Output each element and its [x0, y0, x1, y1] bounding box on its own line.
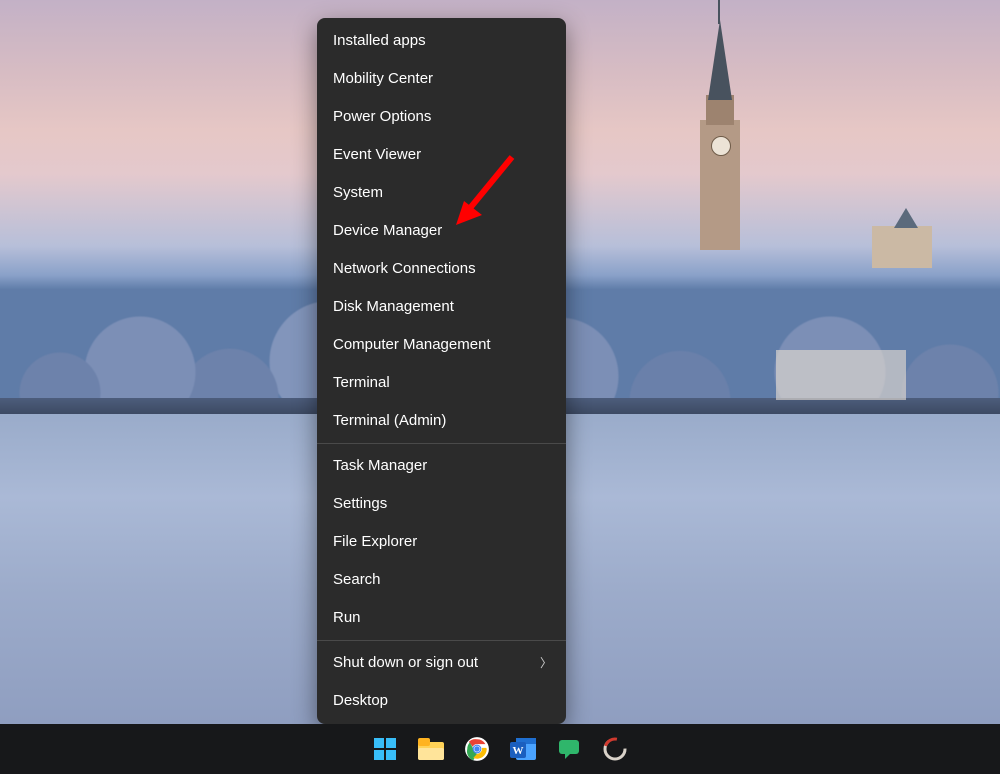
chrome-icon[interactable]	[463, 735, 491, 763]
menu-item-event-viewer[interactable]: Event Viewer	[317, 136, 566, 174]
menu-item-mobility-center[interactable]: Mobility Center	[317, 60, 566, 98]
menu-item-task-manager[interactable]: Task Manager	[317, 447, 566, 485]
svg-text:W: W	[513, 745, 524, 757]
menu-item-label: Task Manager	[333, 456, 427, 476]
menu-item-label: Settings	[333, 494, 387, 514]
menu-item-label: Disk Management	[333, 297, 454, 317]
menu-item-label: Terminal (Admin)	[333, 411, 446, 431]
menu-item-label: Run	[333, 608, 361, 628]
menu-item-label: System	[333, 183, 383, 203]
menu-item-power-options[interactable]: Power Options	[317, 98, 566, 136]
chat-icon[interactable]	[555, 735, 583, 763]
menu-item-network-connections[interactable]: Network Connections	[317, 250, 566, 288]
menu-item-installed-apps[interactable]: Installed apps	[317, 22, 566, 60]
start-icon[interactable]	[371, 735, 399, 763]
menu-item-terminal-admin[interactable]: Terminal (Admin)	[317, 402, 566, 440]
menu-item-run[interactable]: Run	[317, 599, 566, 637]
menu-item-terminal[interactable]: Terminal	[317, 364, 566, 402]
menu-item-label: Network Connections	[333, 259, 476, 279]
wallpaper-building-1-roof	[894, 208, 918, 228]
menu-item-file-explorer[interactable]: File Explorer	[317, 523, 566, 561]
menu-item-settings[interactable]: Settings	[317, 485, 566, 523]
menu-item-label: Event Viewer	[333, 145, 421, 165]
menu-separator	[317, 640, 566, 641]
menu-item-label: Computer Management	[333, 335, 491, 355]
menu-item-label: Installed apps	[333, 31, 426, 51]
menu-item-computer-management[interactable]: Computer Management	[317, 326, 566, 364]
app-icon[interactable]	[601, 735, 629, 763]
wallpaper-tower-spire	[708, 20, 732, 100]
wallpaper-building-2	[776, 350, 906, 400]
menu-item-label: Desktop	[333, 691, 388, 711]
menu-item-label: Device Manager	[333, 221, 442, 241]
menu-item-label: Search	[333, 570, 381, 590]
taskbar: W	[0, 724, 1000, 774]
menu-item-desktop[interactable]: Desktop	[317, 682, 566, 720]
word-icon[interactable]: W	[509, 735, 537, 763]
chevron-right-icon: 〉	[540, 653, 552, 673]
menu-item-label: Shut down or sign out	[333, 653, 478, 673]
menu-item-shutdown-signout[interactable]: Shut down or sign out 〉	[317, 644, 566, 682]
menu-item-search[interactable]: Search	[317, 561, 566, 599]
menu-item-label: Power Options	[333, 107, 431, 127]
wallpaper-tower-clock	[711, 136, 731, 156]
menu-item-label: File Explorer	[333, 532, 417, 552]
wallpaper-building-1	[872, 226, 932, 268]
menu-item-device-manager[interactable]: Device Manager	[317, 212, 566, 250]
menu-item-system[interactable]: System	[317, 174, 566, 212]
file-explorer-icon[interactable]	[417, 735, 445, 763]
menu-item-label: Terminal	[333, 373, 390, 393]
wallpaper-tower-needle	[718, 0, 720, 24]
menu-item-disk-management[interactable]: Disk Management	[317, 288, 566, 326]
menu-item-label: Mobility Center	[333, 69, 433, 89]
menu-separator	[317, 443, 566, 444]
winx-context-menu: Installed apps Mobility Center Power Opt…	[317, 18, 566, 724]
